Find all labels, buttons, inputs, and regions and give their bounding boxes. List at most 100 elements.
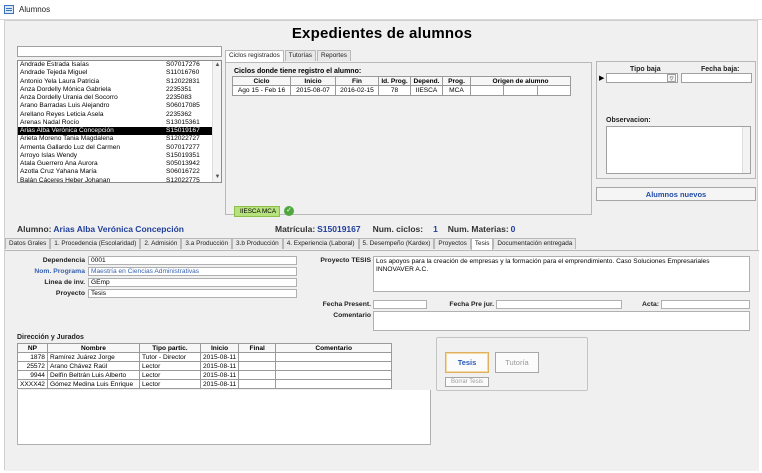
borrar-tesis-button[interactable]: Borrar Tesis xyxy=(445,377,489,387)
tab-produccion-a[interactable]: 3.a Producción xyxy=(181,238,233,249)
student-list-item[interactable]: Arieta Moreno Tania Magdalena S12022727 xyxy=(18,135,221,143)
proyecto-tesis-label: Proyecto TESIS xyxy=(320,257,371,264)
jurados-cell[interactable]: 1878 xyxy=(17,352,48,362)
jurados-cell[interactable]: Gómez Medina Luis Enrique xyxy=(46,379,140,389)
proyecto-tesis-textarea[interactable]: Los apoyos para la creación de empresas … xyxy=(373,256,750,292)
student-list-name: Arieta Moreno Tania Magdalena xyxy=(20,135,114,143)
student-list-scrollbar[interactable]: ▲ ▼ xyxy=(212,61,221,182)
table-row[interactable]: 9944 Delfín Beltrán Luis Alberto Lector 201… xyxy=(17,370,393,380)
jurados-cell[interactable]: 2015-08-11 xyxy=(199,379,240,389)
student-list-item[interactable]: Balán Cáceres Heber Johanan S12022775 xyxy=(18,176,221,183)
table-row[interactable]: 1878 Ramírez Juárez Jorge Tutor - Director… xyxy=(17,352,393,362)
jurados-cell[interactable] xyxy=(275,361,393,371)
acta-label: Acta: xyxy=(642,301,659,308)
table-row[interactable]: XXXX42 Gómez Medina Luis Enrique Lector 201… xyxy=(17,379,393,389)
student-header: Alumno: Arias Alba Verónica Concepción xyxy=(17,224,184,234)
student-list-item[interactable]: Armenta Gallardo Luz del Carmen S07017277 xyxy=(18,144,221,152)
student-list-item[interactable]: Arias Alba Verónica Concepción S15019167 xyxy=(18,127,221,136)
jurados-cell[interactable] xyxy=(275,379,393,389)
jurados-cell[interactable] xyxy=(238,379,277,389)
tab-experiencia[interactable]: 4. Experiencia (Laboral) xyxy=(282,238,359,249)
jurados-cell[interactable]: Tutor - Director xyxy=(138,352,201,362)
ciclos-cell[interactable] xyxy=(470,85,571,96)
dropdown-chevron-icon[interactable]: ▽ xyxy=(667,74,676,82)
tab-documentacion[interactable]: Documentación entregada xyxy=(493,238,577,249)
fecha-baja-input[interactable] xyxy=(681,73,752,83)
tab-tutorias[interactable]: Tutorías xyxy=(284,50,317,61)
student-list-matricula: S15019351 xyxy=(166,151,200,159)
scroll-up-icon[interactable]: ▲ xyxy=(214,62,221,69)
ciclos-row[interactable]: Ago 15 - Feb 16 2015-08-07 2016-02-15 78… xyxy=(232,85,571,96)
ciclos-cell[interactable]: 2016-02-15 xyxy=(335,85,379,96)
student-list-item[interactable]: Anza Dordelly Mónica Gabriela 2235351 xyxy=(18,86,221,94)
tipo-baja-select[interactable]: ▽ xyxy=(606,73,678,83)
nom-programa-field[interactable]: Maestría en Ciencias Administrativas xyxy=(88,267,297,276)
ciclos-cell[interactable]: Ago 15 - Feb 16 xyxy=(232,85,291,96)
jurados-cell[interactable]: 2015-08-11 xyxy=(199,370,240,380)
student-list-item[interactable]: Arano Barradas Luis Alejandro S06017085 xyxy=(18,102,221,110)
comentario-textarea[interactable] xyxy=(373,311,750,331)
tab-ciclos-registrados[interactable]: Ciclos registrados xyxy=(225,50,284,62)
tutoria-button[interactable]: Tutoría xyxy=(495,352,539,373)
table-row[interactable]: 25572 Arano Chávez Raúl Lector 2015-08-11 xyxy=(17,361,393,371)
jurados-cell[interactable]: Lector xyxy=(138,379,201,389)
jurados-cell[interactable]: Arano Chávez Raúl xyxy=(46,361,140,371)
program-badge[interactable]: IIESCA MCA xyxy=(234,206,280,217)
jurados-cell[interactable]: Lector xyxy=(138,370,201,380)
tipo-baja-label: Tipo baja xyxy=(630,66,661,73)
ciclos-cell[interactable]: 78 xyxy=(378,85,411,96)
tab-desempeno[interactable]: 5. Desempeño (Kardex) xyxy=(358,238,435,249)
dependencia-field[interactable]: 0001 xyxy=(88,256,297,265)
jurados-cell[interactable]: 2015-08-11 xyxy=(199,352,240,362)
observacion-textarea[interactable] xyxy=(606,126,751,174)
jurados-cell[interactable]: XXXX42 xyxy=(17,379,48,389)
ciclos-cell[interactable]: IIESCA xyxy=(410,85,443,96)
tab-admision[interactable]: 2. Admisión xyxy=(140,238,182,249)
student-list-matricula: S12022831 xyxy=(166,77,200,85)
ciclos-cell[interactable]: MCA xyxy=(442,85,471,96)
alumnos-nuevos-button[interactable]: Alumnos nuevos xyxy=(596,187,756,201)
student-list-item[interactable]: Arenas Nadal Rocío S13015361 xyxy=(18,119,221,127)
jurados-cell[interactable]: Delfín Beltrán Luis Alberto xyxy=(46,370,140,380)
tab-reportes[interactable]: Reportes xyxy=(317,50,351,61)
student-list-item[interactable]: Azotla Cruz Yahana María S06016722 xyxy=(18,168,221,176)
jurados-cell[interactable] xyxy=(238,361,277,371)
jurados-cell[interactable]: 2015-08-11 xyxy=(199,361,240,371)
jurados-table: NP Nombre Tipo partic. Inicio Final Come… xyxy=(17,343,393,389)
student-list-item[interactable]: Andrade Tejeda Miguel S11016760 xyxy=(18,69,221,77)
ciclos-label: Ciclos donde tiene registro el alumno: xyxy=(234,68,362,75)
jurados-rows: 1878 Ramírez Juárez Jorge Tutor - Director… xyxy=(17,352,393,389)
tesis-button[interactable]: Tesis xyxy=(445,352,489,373)
proyecto-field[interactable]: Tesis xyxy=(88,289,297,298)
jurados-cell[interactable]: 25572 xyxy=(17,361,48,371)
student-list-item[interactable]: Atala Guerrero Ana Aurora S05013942 xyxy=(18,160,221,168)
acta-field[interactable] xyxy=(661,300,750,309)
student-list-item[interactable]: Anza Dordelly Urania del Socorro 2235083 xyxy=(18,94,221,102)
tab-datos-grales[interactable]: Datos Grales xyxy=(5,238,51,249)
fecha-pre-jur-field[interactable] xyxy=(496,300,622,309)
jurados-cell[interactable]: 9944 xyxy=(17,370,48,380)
fecha-present-field[interactable] xyxy=(373,300,427,309)
ciclos-cell[interactable]: 2015-08-07 xyxy=(290,85,336,96)
tab-procedencia[interactable]: 1. Procedencia (Escolaridad) xyxy=(50,238,141,249)
jurados-cell[interactable] xyxy=(275,352,393,362)
student-list-item[interactable]: Arellano Reyes Leticia Asela 2235362 xyxy=(18,111,221,119)
jurados-cell[interactable] xyxy=(238,370,277,380)
student-list-item[interactable]: Arroyo Islas Wendy S15019351 xyxy=(18,152,221,160)
scroll-down-icon[interactable]: ▼ xyxy=(214,174,221,181)
student-list-item[interactable]: Antonio Yela Laura Patricia S12022831 xyxy=(18,78,221,86)
jurados-cell[interactable]: Lector xyxy=(138,361,201,371)
tab-produccion-b[interactable]: 3.b Producción xyxy=(232,238,283,249)
student-list-matricula: S12022775 xyxy=(166,176,200,183)
tab-proyectos[interactable]: Proyectos xyxy=(434,238,471,249)
jurados-cell[interactable] xyxy=(275,370,393,380)
student-list-matricula: S13015361 xyxy=(166,118,200,126)
jurados-cell[interactable] xyxy=(238,352,277,362)
student-list-item[interactable]: Andrade Estrada Isaías S07017276 xyxy=(18,61,221,69)
jurados-cell[interactable]: Ramírez Juárez Jorge xyxy=(46,352,140,362)
linea-inv-field[interactable]: GEmp xyxy=(88,278,297,287)
student-list[interactable]: Andrade Estrada Isaías S07017276 Andrade T… xyxy=(17,60,222,183)
observacion-scrollbar[interactable] xyxy=(742,127,750,173)
tab-tesis[interactable]: Tesis xyxy=(470,238,494,250)
student-search-input[interactable] xyxy=(17,46,222,57)
